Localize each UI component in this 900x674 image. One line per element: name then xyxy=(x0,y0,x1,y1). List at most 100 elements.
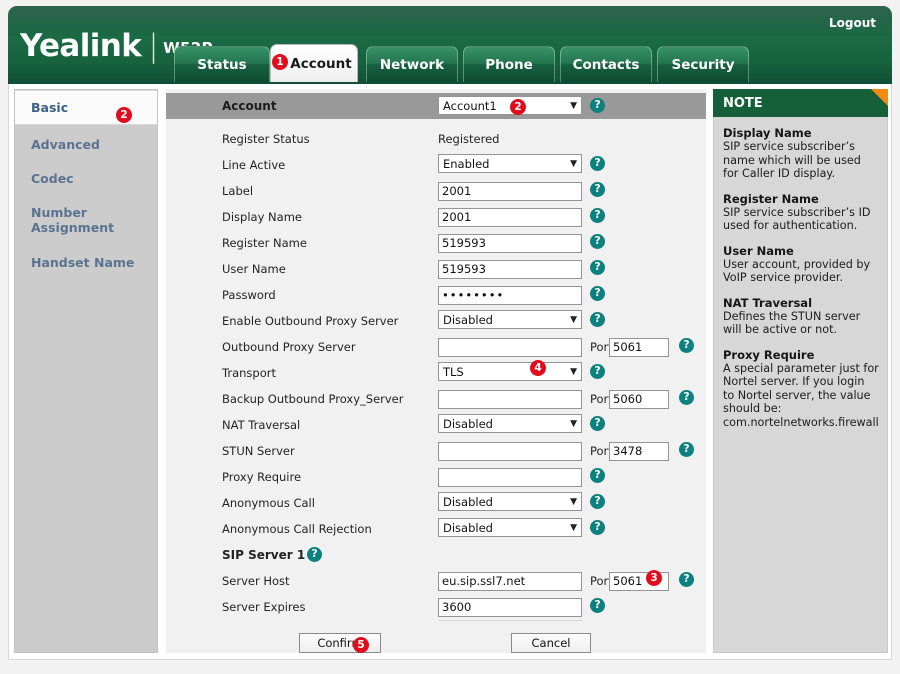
row-label: Transport xyxy=(222,366,276,380)
help-icon[interactable]: ? xyxy=(307,547,322,562)
help-icon[interactable]: ? xyxy=(590,312,605,327)
backup-outbound-proxy-input-wrap xyxy=(438,388,582,409)
anonymous-call-rejection-value: Disabled xyxy=(443,521,493,535)
help-icon[interactable]: ? xyxy=(590,494,605,509)
proxy-require-input[interactable] xyxy=(438,467,582,487)
step-badge-3-port: 3 xyxy=(646,570,662,586)
sip-server-heading-label: SIP Server 1 xyxy=(222,548,306,562)
note-entry-title: Proxy Require xyxy=(723,347,815,362)
tab-contacts[interactable]: Contacts xyxy=(560,46,652,82)
outbound-proxy-port-input[interactable] xyxy=(609,337,669,357)
server-host-input-wrap xyxy=(438,570,582,591)
password-input[interactable] xyxy=(438,285,582,305)
tab-security[interactable]: Security xyxy=(657,46,749,82)
enable-outbound-proxy-select[interactable]: Disabled ▼ xyxy=(438,310,582,329)
tab-status[interactable]: Status xyxy=(174,46,270,82)
register-name-input-wrap xyxy=(438,232,582,253)
sidebar-item-label: Advanced xyxy=(31,137,100,152)
server-expires-input-wrap xyxy=(438,596,582,617)
anonymous-call-select-box[interactable]: Disabled ▼ xyxy=(438,492,582,511)
row-label: Outbound Proxy Server xyxy=(222,340,356,354)
help-icon[interactable]: ? xyxy=(590,208,605,223)
brand-name: Yealink xyxy=(20,28,142,64)
cancel-button[interactable]: Cancel xyxy=(511,633,591,653)
help-icon[interactable]: ? xyxy=(590,286,605,301)
outbound-proxy-input[interactable] xyxy=(438,337,582,357)
line-active-select[interactable]: Enabled ▼ xyxy=(438,154,582,173)
help-icon[interactable]: ? xyxy=(590,234,605,249)
proxy-require-input-wrap xyxy=(438,466,582,487)
help-icon[interactable]: ? xyxy=(590,182,605,197)
register-name-input[interactable] xyxy=(438,233,582,253)
row-nat-traversal: NAT Traversal Disabled ▼ ? xyxy=(166,412,706,438)
stun-server-port-input[interactable] xyxy=(609,441,669,461)
help-icon[interactable]: ? xyxy=(679,390,694,405)
display-name-input[interactable] xyxy=(438,207,582,227)
server-expires-input[interactable] xyxy=(438,597,582,617)
transport-select-box[interactable]: TLS ▼ xyxy=(438,362,582,381)
note-entry-text: SIP service subscriber’s ID used for aut… xyxy=(723,205,871,233)
row-enable-outbound-proxy: Enable Outbound Proxy Server Disabled ▼ … xyxy=(166,308,706,334)
backup-outbound-proxy-input[interactable] xyxy=(438,389,582,409)
help-icon[interactable]: ? xyxy=(590,364,605,379)
row-label: Display Name xyxy=(222,210,302,224)
help-icon[interactable]: ? xyxy=(590,156,605,171)
sidebar-item-advanced[interactable]: Advanced xyxy=(15,125,157,160)
row-label: Register Status xyxy=(222,132,310,146)
row-label: Backup Outbound Proxy_Server xyxy=(222,392,404,406)
help-icon[interactable]: ? xyxy=(679,572,694,587)
row-stun-server: STUN Server Port ? xyxy=(166,438,706,464)
nat-traversal-select[interactable]: Disabled ▼ xyxy=(438,414,582,433)
row-label: User Name xyxy=(222,262,286,276)
stun-server-input-wrap xyxy=(438,440,582,461)
tab-phone[interactable]: Phone xyxy=(463,46,555,82)
row-label: Anonymous Call xyxy=(222,496,315,510)
help-icon[interactable]: ? xyxy=(590,520,605,535)
note-entry-title: User Name xyxy=(723,243,794,258)
line-active-select-box[interactable]: Enabled ▼ xyxy=(438,154,582,173)
row-label: STUN Server xyxy=(222,444,295,458)
help-icon[interactable]: ? xyxy=(679,338,694,353)
label-input[interactable] xyxy=(438,181,582,201)
row-line-active: Line Active Enabled ▼ ? xyxy=(166,152,706,178)
sidebar-item-codec[interactable]: Codec xyxy=(15,160,157,194)
row-label: Anonymous Call Rejection xyxy=(222,522,372,536)
logout-link[interactable]: Logout xyxy=(829,16,876,30)
row-label: Register Name xyxy=(222,236,307,250)
label-input-wrap xyxy=(438,180,582,201)
yealink-web-ui: Yealink|W52P Logout Status Account Netwo… xyxy=(0,0,900,674)
anonymous-call-rejection-select[interactable]: Disabled ▼ xyxy=(438,518,582,537)
row-display-name: Display Name ? xyxy=(166,204,706,230)
stun-server-input[interactable] xyxy=(438,441,582,461)
chevron-down-icon: ▼ xyxy=(570,367,577,377)
cancel-button-label: Cancel xyxy=(531,636,571,650)
anonymous-call-select[interactable]: Disabled ▼ xyxy=(438,492,582,511)
transport-select[interactable]: TLS ▼ xyxy=(438,362,582,381)
stun-server-port-wrap xyxy=(609,440,669,461)
sidebar-item-handset-name[interactable]: Handset Name xyxy=(15,243,157,278)
server-host-input[interactable] xyxy=(438,571,582,591)
row-outbound-proxy-server: Outbound Proxy Server Port ? xyxy=(166,334,706,360)
sidebar-item-number-assignment[interactable]: Number Assignment xyxy=(15,194,114,243)
anonymous-call-rejection-select-box[interactable]: Disabled ▼ xyxy=(438,518,582,537)
help-icon[interactable]: ? xyxy=(590,416,605,431)
row-proxy-require: Proxy Require ? xyxy=(166,464,706,490)
note-entry-text: SIP service subscriber’s name which will… xyxy=(723,140,861,180)
user-name-input[interactable] xyxy=(438,259,582,279)
help-icon[interactable]: ? xyxy=(590,598,605,613)
help-icon[interactable]: ? xyxy=(590,260,605,275)
row-anonymous-call-rejection: Anonymous Call Rejection Disabled ▼ ? xyxy=(166,516,706,542)
help-icon[interactable]: ? xyxy=(679,442,694,457)
backup-outbound-proxy-port-input[interactable] xyxy=(609,389,669,409)
sidebar-item-basic[interactable]: Basic xyxy=(15,90,157,125)
register-status-value: Registered xyxy=(438,132,500,146)
tab-network[interactable]: Network xyxy=(366,46,458,82)
account-basic-form: Account Account1 ▼ ? Register Status Reg… xyxy=(166,89,706,653)
display-name-input-wrap xyxy=(438,206,582,227)
enable-outbound-proxy-select-box[interactable]: Disabled ▼ xyxy=(438,310,582,329)
row-label: Proxy Require xyxy=(222,470,302,484)
help-icon[interactable]: ? xyxy=(590,98,605,113)
nat-traversal-select-box[interactable]: Disabled ▼ xyxy=(438,414,582,433)
help-icon[interactable]: ? xyxy=(590,468,605,483)
tab-label: Contacts xyxy=(572,56,640,73)
